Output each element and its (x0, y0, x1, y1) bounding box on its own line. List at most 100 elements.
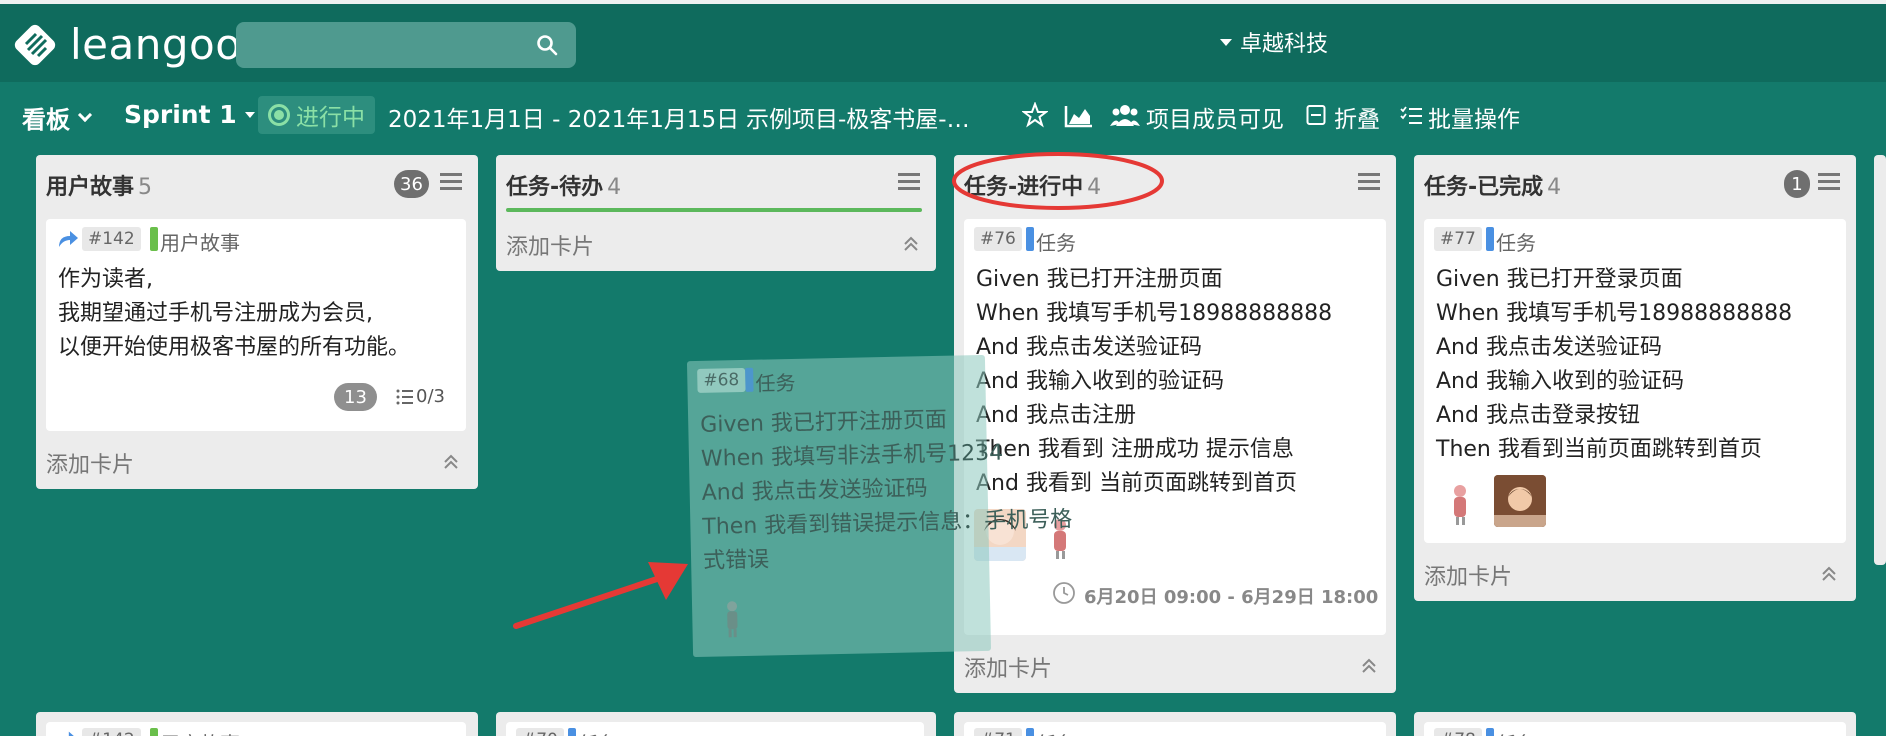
column-menu-icon[interactable] (1358, 173, 1380, 191)
chevron-down-icon (77, 107, 93, 122)
members-icon (1110, 105, 1140, 126)
dragging-card[interactable]: #68 任务 Given 我已打开注册页面 When 我填写非法手机号1234 … (686, 354, 1072, 658)
fold-icon (1306, 105, 1326, 125)
card[interactable]: #77 任务 Given 我已打开登录页面 When 我填写手机号1898888… (1424, 219, 1846, 543)
collapse-up-icon[interactable] (1360, 657, 1378, 675)
add-card-button[interactable]: 添加卡片 (964, 651, 1052, 683)
tag-color (1486, 227, 1494, 251)
card-tag: 任务 (1036, 231, 1076, 255)
tag-color (1026, 227, 1034, 251)
card-tag: 任务 (1036, 728, 1076, 736)
visibility-button[interactable]: 项目成员可见 (1146, 100, 1284, 134)
share-arrow-icon (59, 231, 78, 247)
tag-color (150, 227, 158, 251)
card-line: 式错误 (702, 547, 770, 574)
card-line: When 我填写非法手机号1234 (700, 440, 1004, 472)
checklist-icon (396, 389, 413, 405)
tag-color (568, 728, 576, 736)
column-row-2: #78 任务 (1414, 712, 1856, 736)
add-card-button[interactable]: 添加卡片 (1424, 559, 1512, 591)
project-name[interactable]: 示例项目-极客书屋-… (746, 100, 970, 134)
column-card-count: 4 (1547, 175, 1562, 200)
avatar[interactable] (1434, 475, 1486, 527)
card[interactable]: #70 任务 (506, 722, 924, 736)
card[interactable]: #71 任务 (964, 722, 1386, 736)
sprint-dropdown[interactable]: Sprint 1 (124, 100, 263, 129)
card-id: #78 (1434, 728, 1482, 736)
card-line: Then 我看到当前页面跳转到首页 (1436, 437, 1762, 462)
window-top-strip (0, 0, 1886, 4)
card-tag: 任务 (1496, 231, 1536, 255)
sprint-status-badge[interactable]: 进行中 (258, 96, 375, 134)
column-row-2: #71 任务 (954, 712, 1396, 736)
column-menu-icon[interactable] (440, 173, 462, 191)
collapse-up-icon[interactable] (442, 453, 460, 471)
add-card-button[interactable]: 添加卡片 (46, 447, 134, 479)
checklist-progress: 0/3 (416, 386, 445, 407)
board-view-dropdown[interactable]: 看板 (22, 100, 93, 135)
clock-icon (1053, 582, 1075, 604)
status-label: 进行中 (296, 105, 365, 131)
search-input[interactable] (236, 22, 576, 68)
card-id: #71 (974, 728, 1022, 736)
checklist-icon (1400, 106, 1422, 124)
top-bar: leangoo 卓越科技 (0, 0, 1886, 82)
board-toolbar: 看板 Sprint 1 进行中 2021年1月1日 - 2021年1月15日 示… (0, 82, 1886, 152)
card-line: And 我点击注册 (976, 403, 1136, 428)
card[interactable]: #142 用户故事 作为读者, 我期望通过手机号注册成为会员, 以便开始使用极客… (46, 219, 466, 431)
fold-button[interactable]: 折叠 (1334, 100, 1380, 134)
card-line: When 我填写手机号18988888888 (1436, 301, 1793, 326)
card-line: 作为读者, (58, 267, 153, 292)
column-title: 任务-待办 4 (506, 169, 621, 201)
card-tag: 用户故事 (160, 231, 240, 255)
column-badge: 1 (1784, 170, 1810, 198)
card-line: When 我填写手机号18988888888 (976, 301, 1333, 326)
drop-indicator (506, 208, 922, 212)
caret-down-icon (244, 111, 255, 118)
star-icon[interactable] (1022, 102, 1048, 128)
chart-icon[interactable] (1064, 104, 1094, 128)
column-title: 任务-已完成 4 (1424, 169, 1561, 201)
collapse-up-icon[interactable] (1820, 565, 1838, 583)
card-line: And 我输入收到的验证码 (976, 369, 1224, 394)
column-menu-icon[interactable] (898, 173, 920, 191)
add-card-button[interactable]: 添加卡片 (506, 229, 594, 261)
sprint-date-range: 2021年1月1日 - 2021年1月15日 (388, 107, 740, 133)
column-title: 用户故事 5 (46, 169, 152, 201)
search-icon[interactable] (536, 34, 558, 56)
leangoo-logo-icon (14, 24, 56, 65)
card-id: #68 (697, 367, 746, 393)
card-line: Given 我已打开登录页面 (1436, 267, 1683, 292)
logo[interactable]: leangoo (12, 20, 241, 69)
column-card-count: 5 (138, 175, 153, 200)
tag-color (745, 367, 754, 392)
card-line: Given 我已打开注册页面 (976, 267, 1223, 292)
org-switcher[interactable]: 卓越科技 (1220, 26, 1328, 58)
column-card-count: 4 (607, 175, 622, 200)
column-title-text: 任务-待办 (506, 175, 604, 200)
column-tasks-todo: 任务-待办 4 添加卡片 (496, 155, 936, 271)
column-row-2: #142 用户故事 (36, 712, 478, 736)
card-line: And 我点击发送验证码 (701, 476, 928, 506)
card-id: #142 (82, 728, 141, 736)
card[interactable]: #76 任务 Given 我已打开注册页面 When 我填写手机号1898888… (964, 219, 1386, 635)
avatar[interactable] (1494, 475, 1546, 527)
card[interactable]: #78 任务 (1424, 722, 1846, 736)
card-line: And 我输入收到的验证码 (1436, 369, 1684, 394)
card-line: And 我点击发送验证码 (1436, 335, 1662, 360)
highlight-ellipse (952, 152, 1164, 210)
batch-button[interactable]: 批量操作 (1428, 100, 1520, 134)
card-id: #76 (974, 227, 1022, 251)
card-line: Given 我已打开注册页面 (700, 407, 948, 438)
card-line: And 我看到 当前页面跳转到首页 (976, 471, 1297, 496)
card-tag: 任务 (578, 728, 618, 736)
collapse-up-icon[interactable] (902, 235, 920, 253)
card[interactable]: #142 用户故事 (46, 722, 466, 736)
card-line: And 我点击登录按钮 (1436, 403, 1640, 428)
column-title-text: 任务-已完成 (1424, 175, 1544, 200)
avatar (714, 596, 751, 641)
column-user-stories: 用户故事 5 36 #142 用户故事 作为读者, 我期望通过手机号注册成为会员,… (36, 155, 478, 489)
tag-color (1486, 728, 1494, 736)
card-id: #77 (1434, 227, 1482, 251)
column-menu-icon[interactable] (1818, 173, 1840, 191)
